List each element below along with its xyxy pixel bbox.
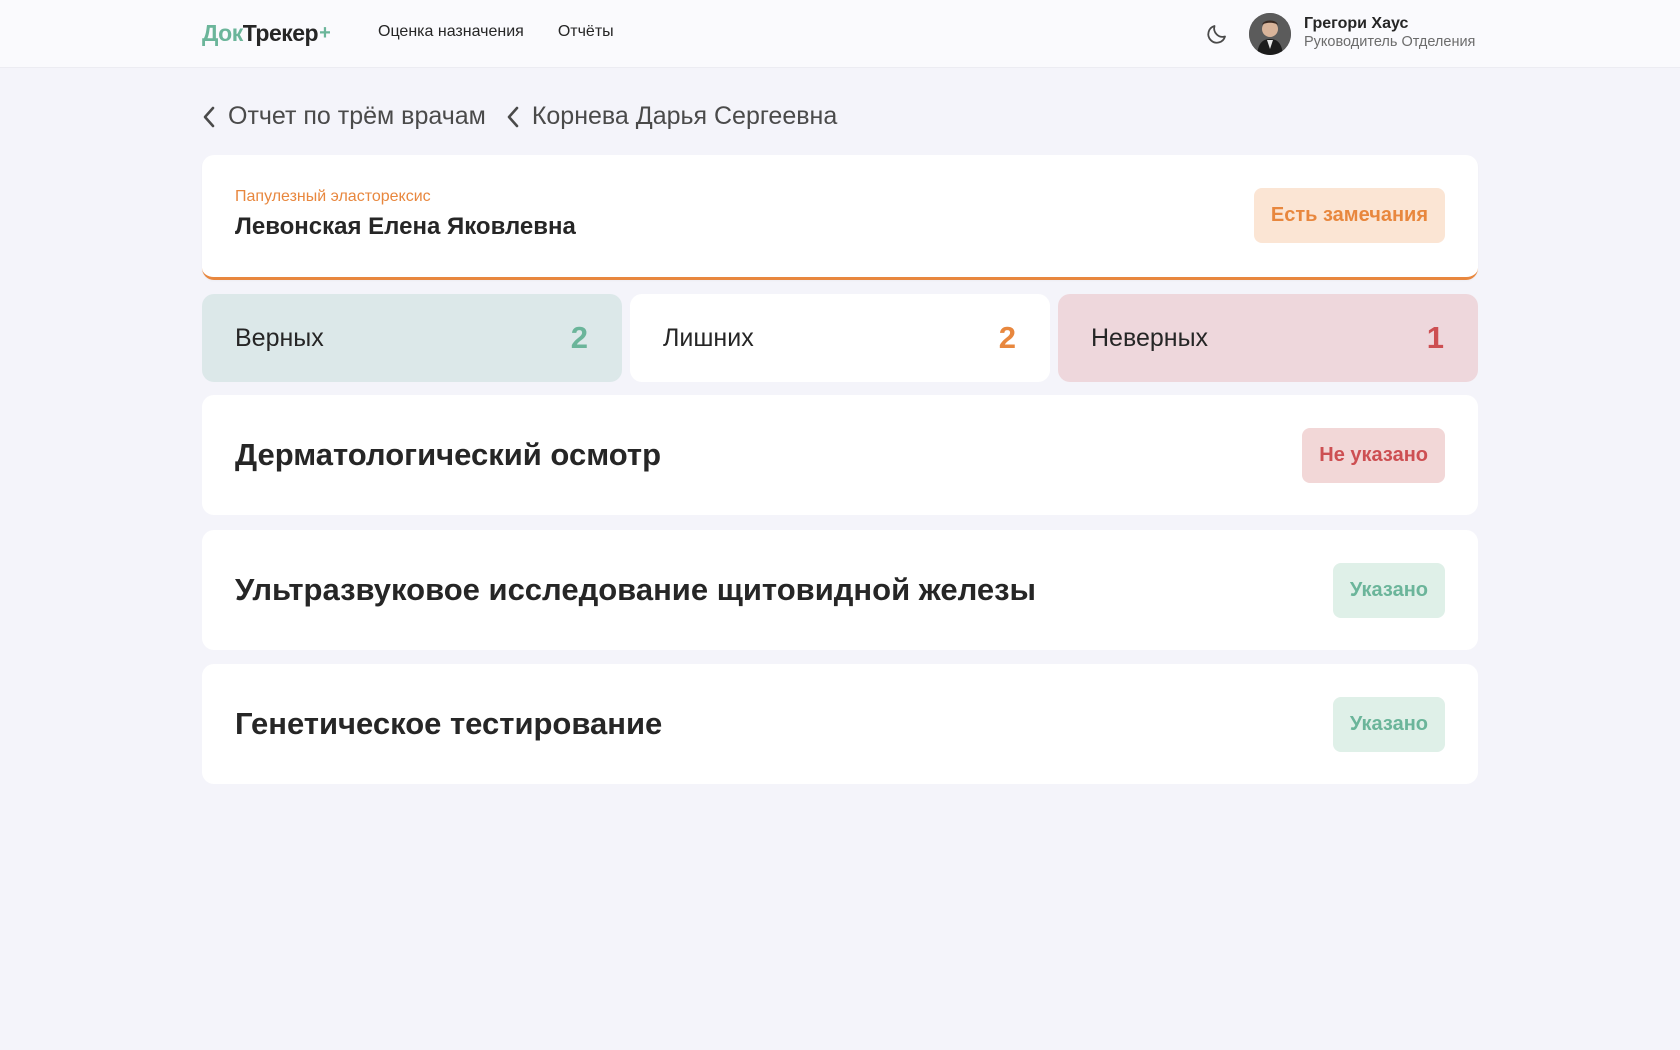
list-item: Генетическое тестирование Указано [202,664,1478,784]
moon-icon [1207,25,1226,44]
logo-text-part1: Док [202,20,243,46]
user-role: Руководитель Отделения [1304,34,1476,51]
status-badge: Есть замечания [1253,188,1445,243]
nav-item-reports[interactable]: Отчёты [558,23,614,41]
list-item-title: Дерматологический осмотр [235,437,662,472]
status-badge: Указано [1332,562,1445,618]
stat-label: Верных [235,323,324,352]
list-item-title: Ультразвуковое исследование щитовидной ж… [235,572,1036,607]
breadcrumb-label: Корнева Дарья Сергеевна [531,102,838,130]
stats-row: Верных 2 Лишних 2 Неверных 1 [202,294,1478,382]
main-nav: Оценка назначения Отчёты [378,23,614,41]
chevron-left-icon [507,106,519,127]
chevron-left-icon [203,106,215,127]
stat-correct: Верных 2 [202,294,622,382]
patient-card: Папулезный эласторексис Левонская Елена … [202,155,1478,280]
breadcrumb: Отчет по трём врачам Корнева Дарья Серге… [202,102,837,131]
logo-text-part2: Трекер [242,20,319,46]
stat-label: Неверных [1091,323,1209,352]
user-info[interactable]: Грегори Хаус Руководитель Отделения [1304,14,1475,52]
breadcrumb-label: Отчет по трём врачам [228,102,486,130]
avatar[interactable] [1249,13,1291,55]
user-photo-icon [1249,13,1291,55]
theme-toggle-button[interactable] [1203,20,1231,48]
user-name: Грегори Хаус [1304,15,1409,32]
patient-name: Левонская Елена Яковлевна [235,213,576,240]
patient-diagnosis: Папулезный эласторексис [235,188,431,205]
app-logo[interactable]: Док Трекер + [202,20,331,47]
list-item-title: Генетическое тестирование [235,706,663,741]
status-badge: Не указано [1302,427,1445,483]
stat-extra: Лишних 2 [630,294,1050,382]
breadcrumb-item-doctor[interactable]: Корнева Дарья Сергеевна [506,102,837,131]
list-item: Ультразвуковое исследование щитовидной ж… [202,530,1478,650]
breadcrumb-item-report[interactable]: Отчет по трём врачам [202,102,486,131]
stat-count: 2 [998,320,1016,355]
stat-wrong: Неверных 1 [1058,294,1478,382]
stat-count: 2 [570,320,588,355]
nav-item-assessment[interactable]: Оценка назначения [378,23,524,41]
stat-label: Лишних [663,323,754,352]
status-badge: Указано [1332,696,1445,752]
stat-count: 1 [1426,320,1444,355]
list-item: Дерматологический осмотр Не указано [202,395,1478,515]
top-bar: Док Трекер + Оценка назначения Отчёты Грег… [0,0,1680,68]
logo-plus-icon: + [319,22,331,44]
